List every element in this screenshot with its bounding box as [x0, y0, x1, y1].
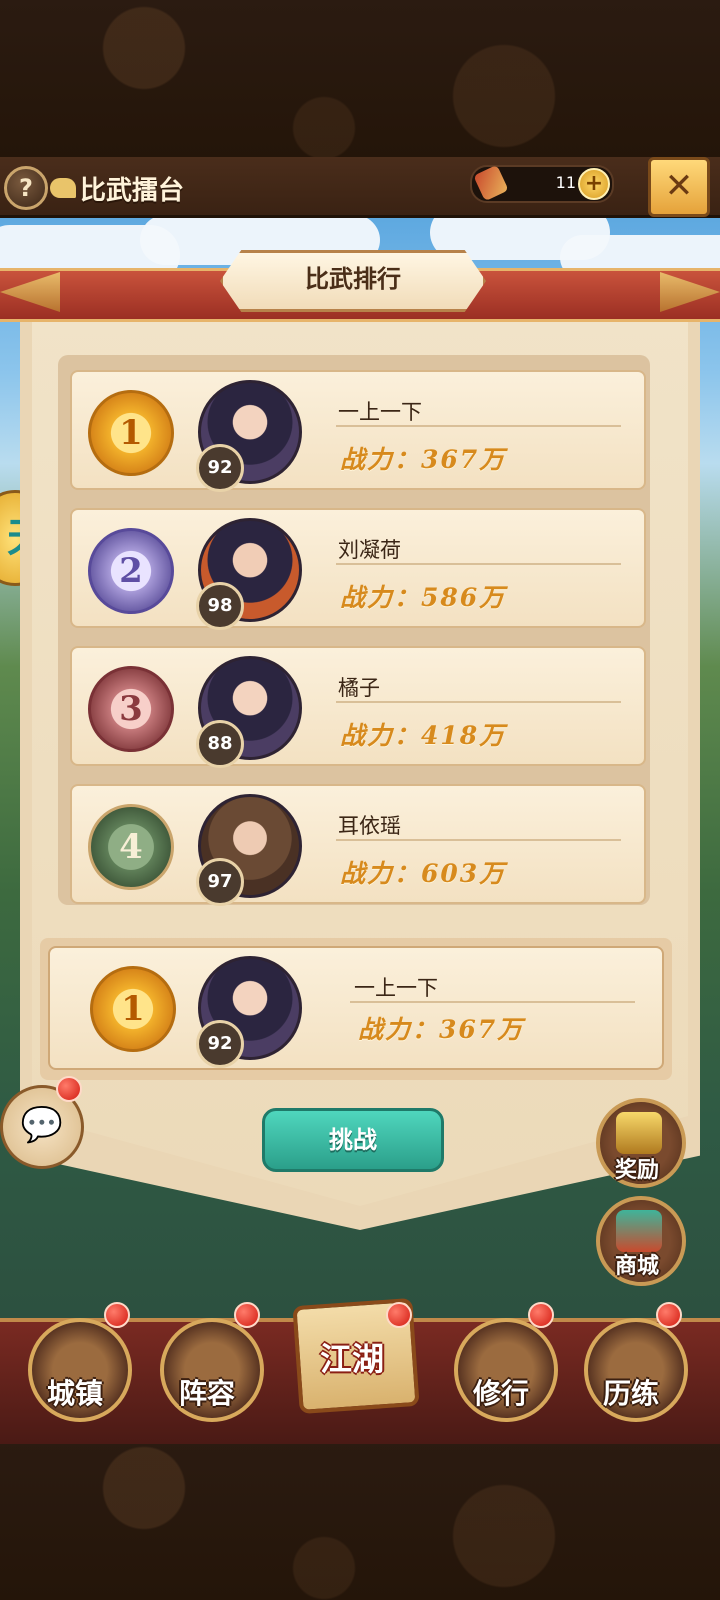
chat-bubble-icon: 💬: [20, 1105, 64, 1145]
combat-power: 战力：418万: [340, 721, 507, 750]
ranking-row[interactable]: 2 98 刘凝荷 战力：586万: [70, 508, 646, 630]
close-icon: ✕: [664, 166, 694, 206]
notification-dot: [56, 1076, 82, 1102]
add-currency-button[interactable]: +: [578, 168, 610, 200]
player-name: 一上一下: [354, 976, 438, 1000]
level-badge: 88: [196, 720, 244, 768]
my-rank-row: 1 92 一上一下 战力：367万: [48, 946, 664, 1070]
divider: [336, 563, 621, 565]
player-name: 耳依瑶: [338, 814, 401, 838]
bottom-background: [0, 1440, 720, 1600]
shop-label: 商城: [614, 1254, 659, 1279]
scroll-ticket-icon: [473, 164, 509, 202]
combat-power: 战力：367万: [340, 445, 507, 474]
nav-jianghu-label: 江湖: [319, 1340, 384, 1378]
level-badge: 98: [196, 582, 244, 630]
challenge-button[interactable]: 挑战: [262, 1108, 444, 1172]
divider: [350, 1001, 635, 1003]
rank-medal-icon: 2: [88, 528, 174, 614]
notification-dot: [104, 1302, 130, 1328]
rank-medal-icon: 3: [88, 666, 174, 752]
help-icon: ?: [19, 174, 33, 202]
notification-dot: [386, 1302, 412, 1328]
combat-power: 战力：603万: [340, 859, 507, 888]
rewards-label: 奖励: [614, 1158, 659, 1183]
combat-power: 战力：367万: [358, 1015, 525, 1044]
help-button[interactable]: ?: [4, 166, 48, 210]
ranking-row[interactable]: 3 88 橘子 战力：418万: [70, 646, 646, 768]
currency-display: 11 +: [470, 164, 614, 203]
ranking-row[interactable]: 4 97 耳依瑶 战力：603万: [70, 784, 646, 906]
notification-dot: [656, 1302, 682, 1328]
rank-medal-icon: 1: [90, 966, 176, 1052]
top-background: [0, 0, 720, 160]
rank-medal-icon: 1: [88, 390, 174, 476]
treasure-chest-icon: [616, 1112, 662, 1154]
player-name: 橘子: [338, 676, 380, 700]
combat-power: 战力：586万: [340, 583, 507, 612]
close-button[interactable]: ✕: [648, 157, 710, 217]
player-name: 一上一下: [338, 400, 422, 424]
level-badge: 97: [196, 858, 244, 906]
page-title: 比武擂台: [80, 176, 185, 206]
nav-town-label: 城镇: [46, 1377, 103, 1410]
cloud-ornament-icon: [50, 178, 76, 198]
nav-trial-label: 历练: [602, 1377, 659, 1410]
ranking-row[interactable]: 1 92 一上一下 战力：367万: [70, 370, 646, 492]
notification-dot: [234, 1302, 260, 1328]
notification-dot: [528, 1302, 554, 1328]
level-badge: 92: [196, 444, 244, 492]
nav-lineup-label: 阵容: [178, 1377, 235, 1410]
nav-practice-label: 修行: [472, 1377, 529, 1410]
divider: [336, 839, 621, 841]
divider: [336, 701, 621, 703]
level-badge: 92: [196, 1020, 244, 1068]
rank-medal-icon: 4: [88, 804, 174, 890]
panel-title: 比武排行: [305, 265, 401, 293]
divider: [336, 425, 621, 427]
shop-building-icon: [616, 1210, 662, 1252]
panel-title-plate: 比武排行: [220, 250, 486, 312]
player-name: 刘凝荷: [338, 538, 401, 562]
currency-count: 11: [555, 173, 576, 192]
